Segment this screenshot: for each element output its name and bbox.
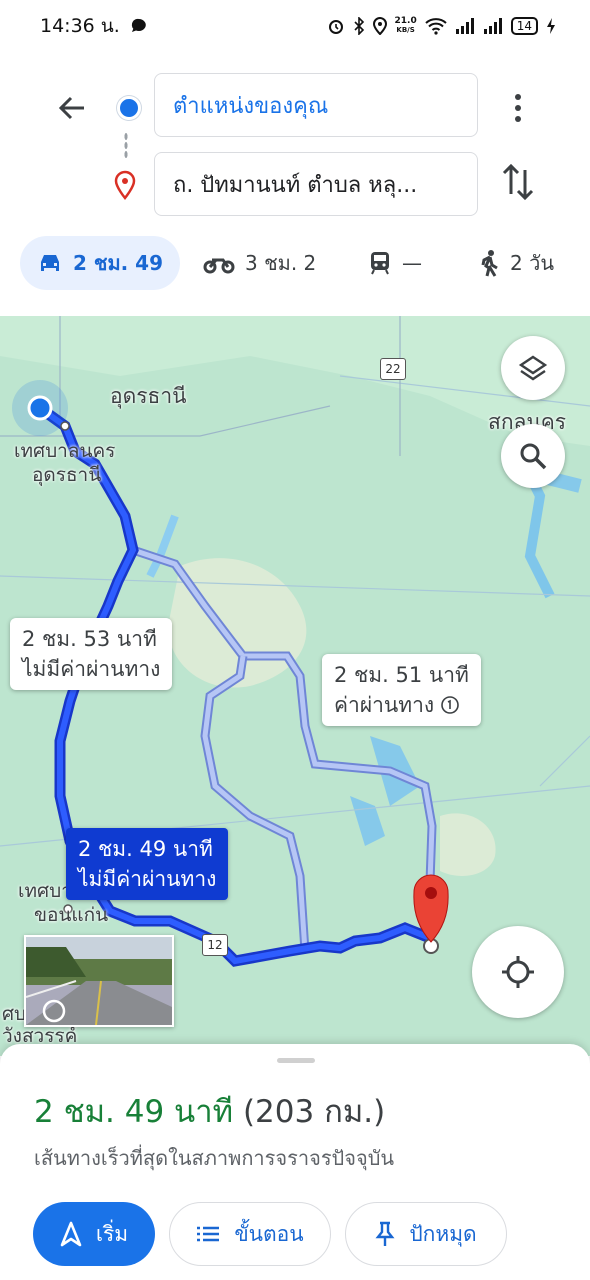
steps-button-label: ขั้นตอน (234, 1221, 304, 1246)
route-callout-alt-1[interactable]: 2 ชม. 53 นาที ไม่มีค่าผ่านทาง (10, 618, 173, 690)
route-alt-2-note: ค่าผ่านทาง (334, 693, 435, 717)
origin-input[interactable]: ตำแหน่งของคุณ (154, 73, 478, 137)
bluetooth-icon (353, 17, 364, 35)
pin-button-label: ปักหมุด (409, 1221, 477, 1246)
street-view-image (26, 937, 172, 1025)
tab-motorcycle-label: 3 ชม. 2 (245, 251, 317, 275)
signal-icon (455, 18, 474, 34)
origin-dot-icon (117, 96, 141, 120)
route-alt-1-time: 2 ชม. 53 นาที (22, 627, 157, 651)
swap-icon[interactable] (500, 162, 536, 202)
search-button[interactable] (501, 424, 565, 488)
status-time: 14:36 น. (40, 15, 120, 37)
route-callout-alt-2[interactable]: 2 ชม. 51 นาที ค่าผ่านทาง (322, 654, 481, 726)
alarm-icon (328, 20, 343, 34)
signal-icon-2 (483, 18, 502, 34)
search-icon (520, 443, 547, 470)
travel-mode-tabs: 2 ชม. 49 3 ชม. 2 — 2 วัน (0, 234, 590, 294)
tab-motorcycle[interactable]: 3 ชม. 2 (203, 236, 316, 290)
list-icon (197, 1226, 220, 1242)
route-summary: 2 ชม. 49 นาที (203 กม.) (34, 1086, 385, 1136)
route-summary-sheet: 2 ชม. 49 นาที (203 กม.) เส้นทางเร็วที่สุ… (0, 1044, 590, 1280)
walk-icon (481, 250, 498, 277)
route-dots-icon (124, 132, 128, 160)
route-callout-selected[interactable]: 2 ชม. 49 นาที ไม่มีค่าผ่านทาง (66, 828, 229, 900)
route-distance: (203 กม.) (242, 1094, 386, 1130)
toll-info-icon (441, 696, 459, 714)
tab-walk[interactable]: 2 วัน (478, 236, 554, 290)
tab-drive-label: 2 ชม. 49 (72, 251, 164, 275)
arrow-back-icon (58, 96, 84, 120)
motorcycle-icon (203, 258, 235, 274)
directions-header: ตำแหน่งของคุณ ถ. ปัทมานนท์ ตำบล หลุ... (0, 52, 590, 232)
route-selected-note: ไม่มีค่าผ่านทาง (78, 867, 217, 891)
destination-input[interactable]: ถ. ปัทมานนท์ ตำบล หลุ... (154, 152, 478, 216)
status-bar: 14:36 น. 21.0 KB/S 14 (0, 0, 590, 52)
route-description: เส้นทางเร็วที่สุดในสภาพการจราจรปัจจุบัน (34, 1146, 395, 1170)
navigation-icon (60, 1221, 82, 1247)
my-location-button[interactable] (472, 926, 564, 1018)
wifi-icon (425, 18, 447, 35)
tab-walk-label: 2 วัน (510, 251, 554, 275)
chat-bubble-icon (131, 18, 146, 32)
destination-pin-icon (114, 170, 136, 200)
route-selected-time: 2 ชม. 49 นาที (78, 837, 213, 861)
car-icon (40, 255, 59, 271)
route-alt-2-time: 2 ชม. 51 นาที (334, 663, 469, 687)
my-location-icon (502, 956, 534, 988)
layers-icon (518, 355, 548, 381)
tab-transit-label: — (402, 251, 422, 275)
pin-button[interactable]: ปักหมุด (345, 1202, 507, 1266)
label-udon-city-2: อุดรธานี (32, 464, 102, 486)
charging-icon (547, 18, 555, 34)
train-icon (371, 252, 389, 275)
battery-indicator: 14 (510, 17, 538, 35)
more-options-button[interactable] (505, 90, 531, 126)
pushpin-icon (375, 1221, 395, 1246)
tab-drive[interactable]: 2 ชม. 49 (20, 236, 180, 290)
route-alt-1-note: ไม่มีค่าผ่านทาง (22, 657, 161, 681)
label-udon: อุดรธานี (110, 384, 187, 408)
route-duration: 2 ชม. 49 นาที (34, 1094, 234, 1130)
tab-transit[interactable]: — (368, 236, 422, 290)
street-view-thumbnail[interactable] (24, 935, 174, 1027)
label-khonkaen-2: ขอนแก่น (34, 904, 109, 926)
layers-button[interactable] (501, 336, 565, 400)
back-button[interactable] (52, 88, 92, 128)
start-button-label: เริ่ม (95, 1221, 129, 1246)
steps-button[interactable]: ขั้นตอน (169, 1202, 331, 1266)
start-button[interactable]: เริ่ม (33, 1202, 155, 1266)
map-view[interactable]: อุดรธานี สกลนคร เทศบาลนคร อุดรธานี เทศบา… (0, 316, 590, 1056)
network-speed: 21.0 KB/S (394, 16, 417, 35)
road-shield-22: 22 (380, 358, 406, 380)
sheet-drag-handle[interactable] (277, 1058, 315, 1063)
location-icon (372, 17, 387, 35)
road-shield-12: 12 (202, 934, 228, 956)
